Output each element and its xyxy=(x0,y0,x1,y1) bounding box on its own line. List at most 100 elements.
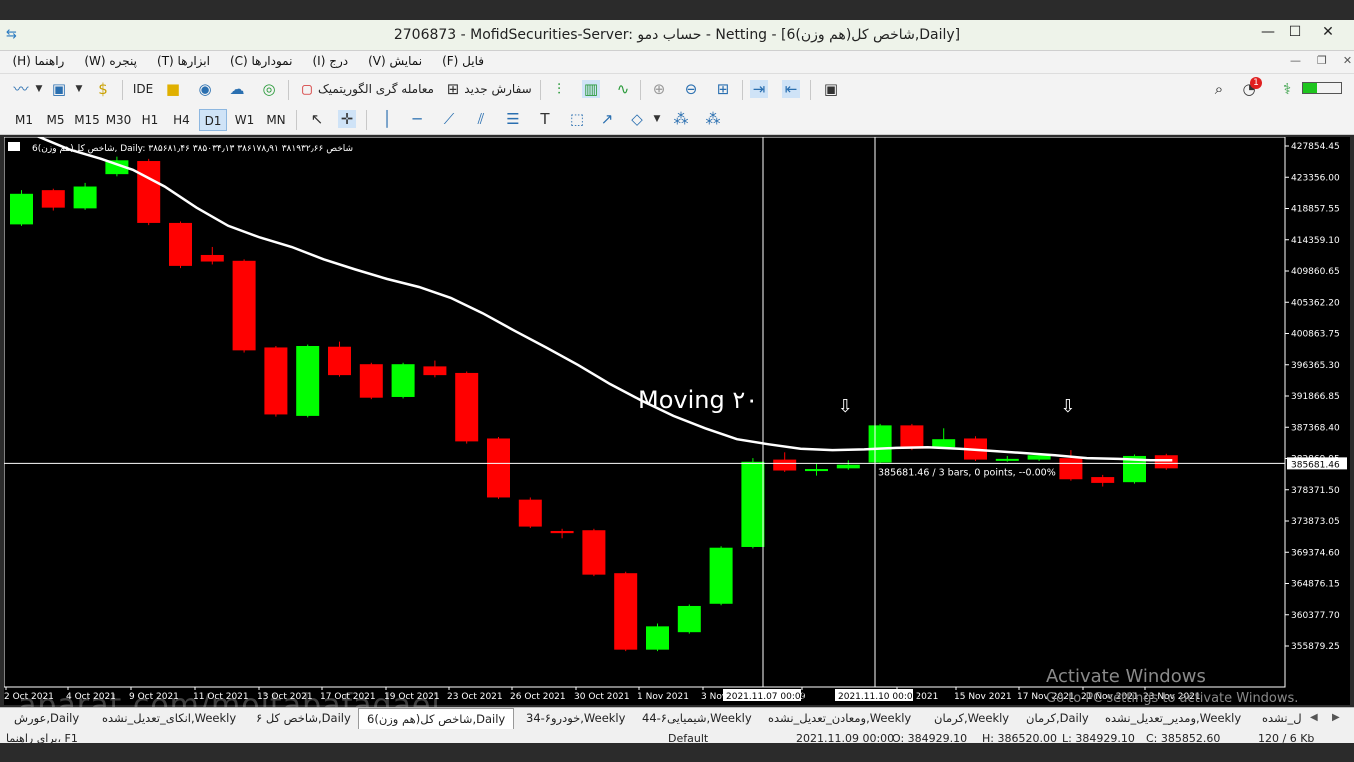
search-icon[interactable]: ⌕ xyxy=(1210,80,1228,98)
close-icon[interactable]: ✕ xyxy=(1316,24,1340,40)
zoom-in-icon[interactable]: ⊕ xyxy=(650,80,668,98)
chart-tab[interactable]: شیمیایی۶-44,Weekly xyxy=(642,711,752,725)
price-axis-label: 409860.65 xyxy=(1291,267,1340,277)
bar-chart-icon[interactable]: ⫶ xyxy=(550,80,568,98)
menu-item-4[interactable]: ابزارها (T) xyxy=(157,54,210,68)
candle-body xyxy=(868,425,892,463)
menu-item-6[interactable]: راهنما (H) xyxy=(12,54,64,68)
channel-icon[interactable]: ⫽ xyxy=(472,110,490,128)
elliott-wave-icon[interactable]: ⁂ xyxy=(672,110,690,128)
new-order-button[interactable]: سفارش جدید xyxy=(464,78,532,100)
price-axis-label: 391866.85 xyxy=(1291,392,1340,402)
timeframe-d1[interactable]: D1 xyxy=(199,109,227,131)
shapes-icon[interactable]: ◇ xyxy=(628,110,646,128)
trendline-icon[interactable]: ⟋ xyxy=(440,110,458,128)
status-profile[interactable]: Default xyxy=(668,732,708,743)
cloud-icon[interactable]: ☁ xyxy=(228,80,246,98)
chart-window-icon[interactable]: ▣ xyxy=(50,80,68,98)
candle-body xyxy=(1091,477,1115,483)
candle-body xyxy=(518,499,542,527)
price-axis-label: 423356.00 xyxy=(1291,173,1340,183)
chart-tab[interactable]: خودرو۶-34,Weekly xyxy=(526,711,625,725)
status-close: C: 385852.60 xyxy=(1146,732,1221,743)
timeframe-h1[interactable]: H1 xyxy=(136,109,164,131)
label-icon[interactable]: ⬚ xyxy=(568,110,586,128)
crosshair-icon[interactable]: ✛ xyxy=(338,110,356,128)
minimize-icon[interactable]: — xyxy=(1256,24,1280,40)
timeframe-h4[interactable]: H4 xyxy=(168,109,196,131)
child-close-icon[interactable]: ✕ xyxy=(1343,54,1352,67)
timeframe-mn[interactable]: MN xyxy=(262,109,290,131)
candle-body xyxy=(169,222,192,266)
price-axis-label: 364876.15 xyxy=(1291,580,1340,590)
chart-shift-icon[interactable]: ⇤ xyxy=(782,80,800,98)
date-axis-label: 23 Oct 2021 xyxy=(447,692,503,702)
horizontal-line-icon[interactable]: ─ xyxy=(408,110,426,128)
signal-icon[interactable]: ◉ xyxy=(196,80,214,98)
timeframe-m15[interactable]: M15 xyxy=(73,109,101,131)
chart-tab[interactable]: عورش,Daily xyxy=(14,711,79,725)
candle-body xyxy=(741,461,765,547)
menu-item-2[interactable]: درج (I) xyxy=(312,54,348,68)
menu-item-3[interactable]: نمودارها (C) xyxy=(230,54,293,68)
bag-icon[interactable]: ■ xyxy=(164,80,182,98)
timeframe-m1[interactable]: M1 xyxy=(10,109,38,131)
chart-tab[interactable]: 6(هم وزن)شاخص کل,Daily xyxy=(358,708,515,729)
fibonacci-icon[interactable]: ☰ xyxy=(504,110,522,128)
window-title: 2706873 - MofidSecurities-Server: حساب د… xyxy=(393,27,961,43)
status-high: H: 386520.00 xyxy=(982,732,1057,743)
timeframe-m30[interactable]: M30 xyxy=(105,109,133,131)
cursor-icon[interactable]: ↖ xyxy=(308,110,326,128)
text-icon[interactable]: T xyxy=(536,110,554,128)
chart-tab[interactable]: انکای_تعدیل_نشده,Weekly xyxy=(102,711,236,725)
child-minimize-icon[interactable]: — xyxy=(1290,54,1301,67)
candle-body xyxy=(836,464,860,469)
chart-line-icon[interactable]: 〰 xyxy=(12,80,30,98)
tab-scroll-left-icon[interactable]: ◀ xyxy=(1310,712,1318,723)
status-datetime: 2021.11.09 00:00 xyxy=(796,732,895,743)
screenshot-icon[interactable]: ▣ xyxy=(822,80,840,98)
main-toolbar: 〰 ▼ ▣ ▼ $ IDE ■ ◉ ☁ ◎ ▢ معامله گری الگور… xyxy=(0,74,1354,105)
candle-body xyxy=(677,605,701,633)
candlestick-icon[interactable]: ▥ xyxy=(582,80,600,98)
chart-tab[interactable]: کرمان,Daily xyxy=(1026,711,1089,725)
chart-tab[interactable]: ومدیر_تعدیل_نشده,Weekly xyxy=(1105,711,1241,725)
dropdown-icon[interactable]: ▼ xyxy=(70,80,88,98)
auto-scroll-icon[interactable]: ⇥ xyxy=(750,80,768,98)
candle-body xyxy=(582,530,606,575)
line-chart-icon[interactable]: ∿ xyxy=(614,80,632,98)
tab-scroll-right-icon[interactable]: ▶ xyxy=(1332,712,1340,723)
timeframe-m5[interactable]: M5 xyxy=(42,109,70,131)
menu-item-0[interactable]: فایل (F) xyxy=(442,54,484,68)
timeframe-w1[interactable]: W1 xyxy=(231,109,259,131)
vps-icon[interactable]: ◎ xyxy=(260,80,278,98)
gann-icon[interactable]: ⁂ xyxy=(704,110,722,128)
chart-header: 6(هم وزن)شاخص کل, Daily: ۳۸۵۶۸۱٫۴۶ ۳۸۵۰۳… xyxy=(32,144,353,154)
chart-tab[interactable]: کرمان,Weekly xyxy=(934,711,1009,725)
algo-trading-button[interactable]: معامله گری الگوریتمیک xyxy=(318,78,434,100)
menu-item-5[interactable]: پنجره (W) xyxy=(84,54,137,68)
grid-icon[interactable]: ⊞ xyxy=(714,80,732,98)
chart-tab[interactable]: ومعادن_تعدیل_نشده,Weekly xyxy=(768,711,911,725)
dollar-icon[interactable]: $ xyxy=(94,80,112,98)
chart-canvas[interactable]: ⇩ ⇩ 385681.46 / 3 bars, 0 points, --0.00% M… xyxy=(4,137,1350,705)
chart-menu-icon xyxy=(8,142,20,151)
activation-watermark-title: Activate Windows xyxy=(1046,666,1206,687)
dropdown-icon[interactable]: ▼ xyxy=(648,110,666,128)
maximize-icon[interactable]: ☐ xyxy=(1283,24,1307,40)
zoom-out-icon[interactable]: ⊖ xyxy=(682,80,700,98)
candle-body xyxy=(296,345,320,416)
arrow-draw-icon[interactable]: ↗ xyxy=(598,110,616,128)
chart-tab[interactable]: ل_نشده xyxy=(1262,711,1302,725)
vertical-line-icon[interactable]: │ xyxy=(378,110,396,128)
dropdown-icon[interactable]: ▼ xyxy=(30,80,48,98)
chart-tab[interactable]: شاخص کل ۶,Daily xyxy=(256,711,351,725)
new-order-icon[interactable]: ⊞ xyxy=(444,80,462,98)
ide-button[interactable]: IDE xyxy=(130,78,156,100)
algo-trading-icon[interactable]: ▢ xyxy=(298,80,316,98)
candle-body xyxy=(487,438,510,498)
price-chart[interactable]: ⇩ ⇩ 385681.46 / 3 bars, 0 points, --0.00% M… xyxy=(4,137,1350,705)
child-restore-icon[interactable]: ❐ xyxy=(1317,54,1327,67)
activation-watermark-text: Go to PC settings to activate Windows. xyxy=(1046,691,1299,706)
menu-item-1[interactable]: نمایش (V) xyxy=(368,54,422,68)
